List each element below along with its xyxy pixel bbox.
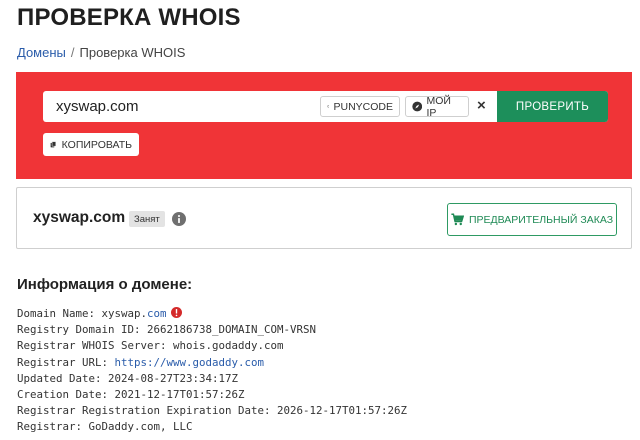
whois-line-registrar: Registrar: GoDaddy.com, LLC xyxy=(17,420,193,434)
breadcrumb-separator: / xyxy=(70,45,75,60)
my-ip-button[interactable]: МОЙ IP xyxy=(405,94,469,119)
clear-icon[interactable]: × xyxy=(477,97,486,114)
copy-icon xyxy=(50,141,57,148)
breadcrumb-domains-link[interactable]: Домены xyxy=(17,45,66,60)
cart-icon xyxy=(451,213,464,226)
whois-line-registrar-url: Registrar URL: https://www.godaddy.com xyxy=(17,355,265,369)
info-icon[interactable] xyxy=(172,212,186,226)
domain-result-card: xyswap.com Занят ПРЕДВАРИТЕЛЬНЫЙ ЗАКАЗ xyxy=(16,187,632,249)
whois-line-registrar-whois-server: Registrar WHOIS Server: whois.godaddy.co… xyxy=(17,339,284,353)
my-ip-label: МОЙ IP xyxy=(426,94,451,119)
registrar-url-link[interactable]: https://www.godaddy.com xyxy=(115,356,265,369)
result-domain-name: xyswap.com xyxy=(33,209,126,226)
compass-icon xyxy=(412,101,423,112)
whois-line-registry-domain-id: Registry Domain ID: 2662186738_DOMAIN_CO… xyxy=(17,323,317,337)
preorder-label: ПРЕДВАРИТЕЛЬНЫЙ ЗАКАЗ xyxy=(468,213,614,226)
search-panel: xyswap.com PUNYCODE МОЙ IP × ПРОВЕРИТЬ К… xyxy=(16,72,632,179)
refresh-icon xyxy=(327,105,330,108)
domain-tld-link[interactable]: com xyxy=(147,307,167,320)
status-badge: Занят xyxy=(129,211,165,227)
breadcrumb-current: Проверка WHOIS xyxy=(79,45,186,60)
alert-icon[interactable] xyxy=(170,307,182,318)
check-button[interactable]: ПРОВЕРИТЬ xyxy=(497,91,608,122)
punycode-label: PUNYCODE xyxy=(333,100,393,113)
whois-line-updated-date: Updated Date: 2024-08-27T23:34:17Z xyxy=(17,371,239,385)
breadcrumb: Домены / Проверка WHOIS xyxy=(17,45,185,60)
copy-label: КОПИРОВАТЬ xyxy=(61,138,132,151)
domain-search-input[interactable]: xyswap.com xyxy=(56,98,139,115)
whois-line-creation-date: Creation Date: 2021-12-17T01:57:26Z xyxy=(17,387,245,401)
whois-line-domain-name: Domain Name: xyswap.com xyxy=(17,306,407,322)
preorder-button[interactable]: ПРЕДВАРИТЕЛЬНЫЙ ЗАКАЗ xyxy=(447,203,617,236)
copy-button[interactable]: КОПИРОВАТЬ xyxy=(43,133,139,156)
page-title: ПРОВЕРКА WHOIS xyxy=(17,4,241,31)
search-box: xyswap.com PUNYCODE МОЙ IP × ПРОВЕРИТЬ xyxy=(43,91,608,122)
punycode-button[interactable]: PUNYCODE xyxy=(320,96,400,117)
whois-record: Domain Name: xyswap.com Registry Domain … xyxy=(17,306,407,436)
whois-line-expiration-date: Registrar Registration Expiration Date: … xyxy=(17,404,408,418)
domain-info-heading: Информация о домене: xyxy=(17,276,193,293)
